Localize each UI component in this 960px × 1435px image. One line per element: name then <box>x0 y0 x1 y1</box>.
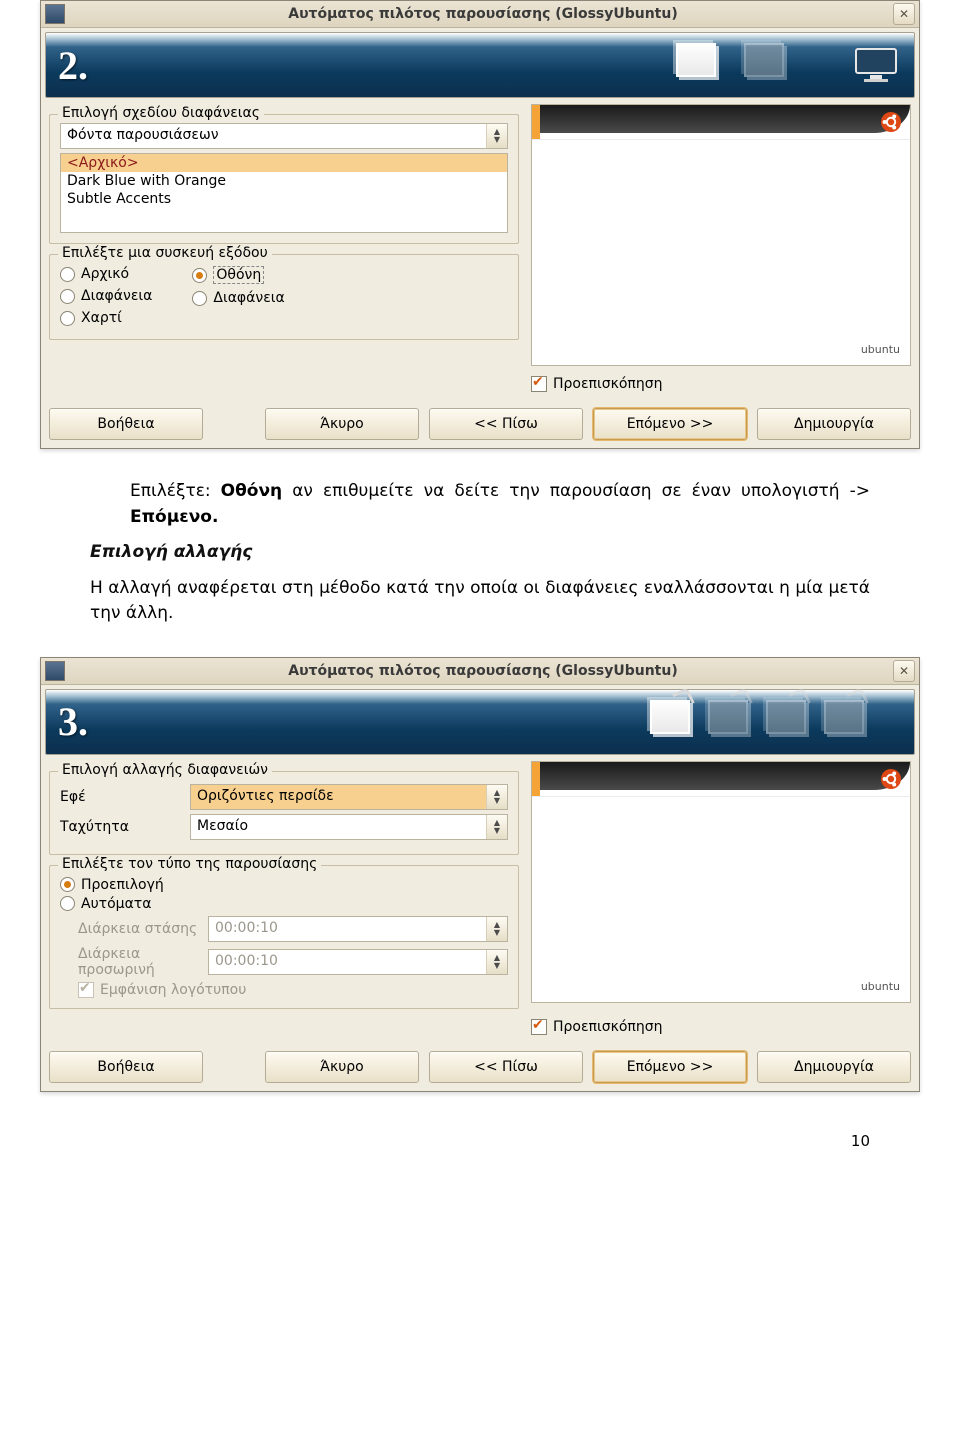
duration-pause-spin: 00:00:10 ▲▼ <box>208 916 508 942</box>
cancel-button[interactable]: Άκυρο <box>265 408 419 440</box>
doc-paragraphs: Επιλέξτε: Οθόνη αν επιθυμείτε να δείτε τ… <box>90 479 870 627</box>
speed-combo[interactable]: Μεσαίο ▲▼ <box>190 814 508 840</box>
preview-footer: ubuntu <box>532 980 910 1002</box>
step-number: 2. <box>58 42 88 89</box>
window-title: Αυτόματος πιλότος παρουσίασης (GlossyUbu… <box>73 663 893 679</box>
cancel-button[interactable]: Άκυρο <box>265 1051 419 1083</box>
radio-default[interactable]: Προεπιλογή <box>60 877 508 893</box>
close-icon[interactable]: ✕ <box>893 3 915 25</box>
design-combo[interactable]: Φόντα παρουσιάσεων ▲▼ <box>60 123 508 149</box>
slide-icon <box>676 43 716 77</box>
group-output-device: Επιλέξτε μια συσκευή εξόδου Αρχικό Διαφά… <box>49 254 519 340</box>
slide-arrow-icon <box>708 700 748 734</box>
list-item[interactable]: Subtle Accents <box>61 190 507 208</box>
slide-icon <box>744 43 784 77</box>
group-legend: Επιλογή αλλαγής διαφανειών <box>58 762 272 778</box>
ubuntu-logo-icon <box>880 768 902 790</box>
group-presentation-type: Επιλέξτε τον τύπο της παρουσίασης Προεπι… <box>49 865 519 1009</box>
step-number: 3. <box>58 698 88 745</box>
updown-icon[interactable]: ▲▼ <box>486 815 507 839</box>
preview-checkbox[interactable]: Προεπισκόπηση <box>531 376 911 392</box>
dialog-step2: Αυτόματος πιλότος παρουσίασης (GlossyUbu… <box>40 0 920 449</box>
preview-checkbox[interactable]: Προεπισκόπηση <box>531 1019 911 1035</box>
help-button[interactable]: Βοήθεια <box>49 1051 203 1083</box>
create-button[interactable]: Δημιουργία <box>757 1051 911 1083</box>
wizard-banner: 3. <box>45 689 915 755</box>
group-legend: Επιλογή σχεδίου διαφάνειας <box>58 105 264 121</box>
slide-arrow-icon <box>824 700 864 734</box>
back-button[interactable]: << Πίσω <box>429 408 583 440</box>
group-transition: Επιλογή αλλαγής διαφανειών Εφέ Οριζόντιε… <box>49 771 519 855</box>
preview-pane: ubuntu <box>531 104 911 366</box>
window-title: Αυτόματος πιλότος παρουσίασης (GlossyUbu… <box>73 6 893 22</box>
slide-arrow-icon <box>766 700 806 734</box>
monitor-icon <box>854 47 900 83</box>
updown-icon[interactable]: ▲▼ <box>486 785 507 809</box>
wizard-banner: 2. <box>45 32 915 98</box>
app-icon <box>45 4 65 24</box>
radio-transparency-2[interactable]: Διαφάνεια <box>192 290 284 306</box>
create-button[interactable]: Δημιουργία <box>757 408 911 440</box>
group-slide-design: Επιλογή σχεδίου διαφάνειας Φόντα παρουσι… <box>49 114 519 244</box>
show-logo-checkbox: Εμφάνιση λογότυπου <box>78 982 508 998</box>
preview-footer: ubuntu <box>532 343 910 365</box>
duration-temp-spin: 00:00:10 ▲▼ <box>208 949 508 975</box>
radio-auto[interactable]: Αυτόματα <box>60 896 508 912</box>
updown-icon: ▲▼ <box>486 950 507 974</box>
slide-arrow-icon <box>650 700 690 734</box>
updown-icon: ▲▼ <box>486 917 507 941</box>
app-icon <box>45 661 65 681</box>
group-legend: Επιλέξτε τον τύπο της παρουσίασης <box>58 856 321 872</box>
list-item[interactable]: Dark Blue with Orange <box>61 172 507 190</box>
dialog-step3: Αυτόματος πιλότος παρουσίασης (GlossyUbu… <box>40 657 920 1092</box>
preview-pane: ubuntu <box>531 761 911 1003</box>
titlebar[interactable]: Αυτόματος πιλότος παρουσίασης (GlossyUbu… <box>41 1 919 28</box>
button-bar: Βοήθεια Άκυρο << Πίσω Επόμενο >> Δημιουρ… <box>41 400 919 448</box>
updown-icon[interactable]: ▲▼ <box>486 124 507 148</box>
group-legend: Επιλέξτε μια συσκευή εξόδου <box>58 245 272 261</box>
next-button[interactable]: Επόμενο >> <box>593 1051 747 1083</box>
page-number: 10 <box>0 1132 870 1150</box>
radio-screen[interactable]: Οθόνη <box>192 266 284 284</box>
design-listbox[interactable]: <Αρχικό> Dark Blue with Orange Subtle Ac… <box>60 153 508 233</box>
next-button[interactable]: Επόμενο >> <box>593 408 747 440</box>
back-button[interactable]: << Πίσω <box>429 1051 583 1083</box>
ubuntu-logo-icon <box>880 111 902 133</box>
radio-transparency[interactable]: Διαφάνεια <box>60 288 152 304</box>
button-bar: Βοήθεια Άκυρο << Πίσω Επόμενο >> Δημιουρ… <box>41 1043 919 1091</box>
effect-combo[interactable]: Οριζόντιες περσίδε ▲▼ <box>190 784 508 810</box>
doc-subheading: Επιλογή αλλαγής <box>90 542 252 562</box>
help-button[interactable]: Βοήθεια <box>49 408 203 440</box>
titlebar[interactable]: Αυτόματος πιλότος παρουσίασης (GlossyUbu… <box>41 658 919 685</box>
radio-original[interactable]: Αρχικό <box>60 266 152 282</box>
list-item[interactable]: <Αρχικό> <box>61 154 507 172</box>
close-icon[interactable]: ✕ <box>893 660 915 682</box>
radio-paper[interactable]: Χαρτί <box>60 310 152 326</box>
